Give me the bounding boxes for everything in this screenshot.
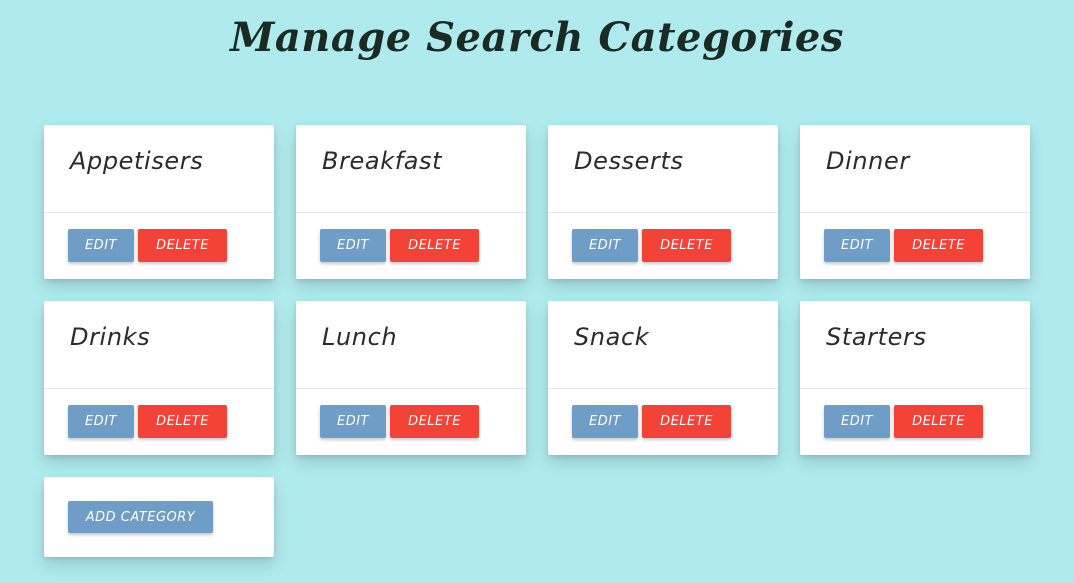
delete-button[interactable]: DELETE	[138, 405, 227, 438]
card-actions: EDIT DELETE	[44, 213, 274, 262]
card-content: Desserts	[548, 125, 778, 213]
card-actions: EDIT DELETE	[800, 389, 1030, 438]
category-name: Breakfast	[322, 147, 443, 175]
edit-button[interactable]: EDIT	[320, 229, 386, 262]
edit-button[interactable]: EDIT	[572, 405, 638, 438]
card-actions: EDIT DELETE	[548, 389, 778, 438]
add-category-button[interactable]: ADD CATEGORY	[68, 501, 213, 533]
edit-button[interactable]: EDIT	[68, 405, 134, 438]
delete-button[interactable]: DELETE	[390, 405, 479, 438]
card-actions: EDIT DELETE	[800, 213, 1030, 262]
category-name: Drinks	[70, 323, 151, 351]
card-content: Lunch	[296, 301, 526, 389]
card-content: Dinner	[800, 125, 1030, 213]
edit-button[interactable]: EDIT	[68, 229, 134, 262]
category-card: Drinks EDIT DELETE	[44, 301, 274, 455]
edit-button[interactable]: EDIT	[320, 405, 386, 438]
category-card: Desserts EDIT DELETE	[548, 125, 778, 279]
category-name: Appetisers	[70, 147, 204, 175]
category-name: Lunch	[322, 323, 398, 351]
card-content: Appetisers	[44, 125, 274, 213]
category-name: Starters	[826, 323, 927, 351]
card-content: Snack	[548, 301, 778, 389]
card-actions: EDIT DELETE	[296, 389, 526, 438]
delete-button[interactable]: DELETE	[138, 229, 227, 262]
category-card: Dinner EDIT DELETE	[800, 125, 1030, 279]
card-content: Breakfast	[296, 125, 526, 213]
category-card: Breakfast EDIT DELETE	[296, 125, 526, 279]
category-grid: Appetisers EDIT DELETE Breakfast EDIT DE…	[44, 125, 1030, 455]
category-card: Starters EDIT DELETE	[800, 301, 1030, 455]
delete-button[interactable]: DELETE	[894, 229, 983, 262]
page-title: Manage Search Categories	[230, 14, 844, 61]
delete-button[interactable]: DELETE	[642, 229, 731, 262]
category-card: Snack EDIT DELETE	[548, 301, 778, 455]
edit-button[interactable]: EDIT	[824, 229, 890, 262]
category-name: Desserts	[574, 147, 684, 175]
add-category-card: ADD CATEGORY	[44, 477, 274, 557]
delete-button[interactable]: DELETE	[894, 405, 983, 438]
card-content: Starters	[800, 301, 1030, 389]
category-name: Snack	[574, 323, 650, 351]
category-name: Dinner	[826, 147, 910, 175]
card-content: Drinks	[44, 301, 274, 389]
card-actions: EDIT DELETE	[548, 213, 778, 262]
edit-button[interactable]: EDIT	[824, 405, 890, 438]
delete-button[interactable]: DELETE	[642, 405, 731, 438]
edit-button[interactable]: EDIT	[572, 229, 638, 262]
category-card: Lunch EDIT DELETE	[296, 301, 526, 455]
category-card: Appetisers EDIT DELETE	[44, 125, 274, 279]
delete-button[interactable]: DELETE	[390, 229, 479, 262]
card-actions: EDIT DELETE	[296, 213, 526, 262]
card-actions: EDIT DELETE	[44, 389, 274, 438]
